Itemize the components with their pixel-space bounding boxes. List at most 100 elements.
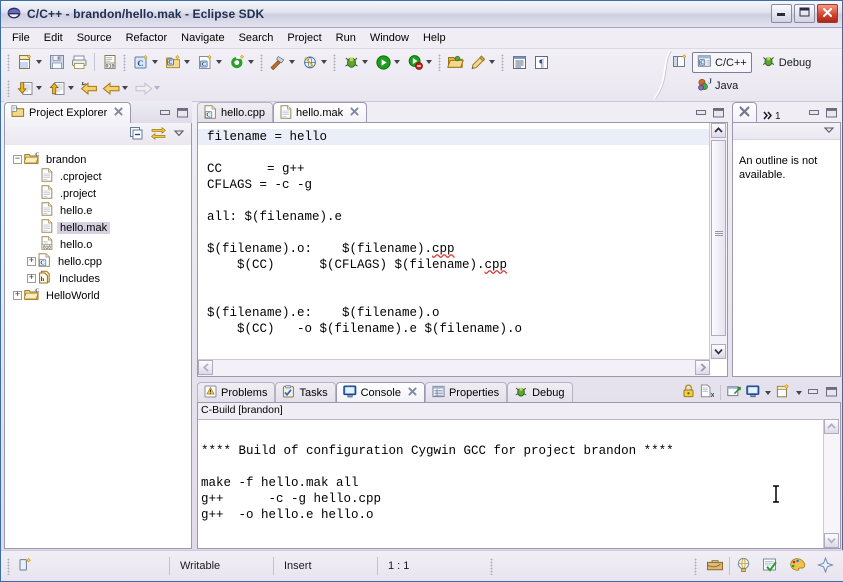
menu-item-project[interactable]: Project <box>280 30 328 46</box>
scroll-down-button[interactable] <box>711 344 726 359</box>
open-perspective-icon[interactable] <box>672 53 688 72</box>
perspective-debug-button[interactable]: Debug <box>756 52 816 73</box>
minimize-editor-button[interactable] <box>695 107 708 121</box>
search-button[interactable] <box>299 51 321 73</box>
tab-console[interactable]: Console <box>335 382 425 403</box>
next-annotation-button[interactable] <box>14 77 36 99</box>
show-whitespace-button[interactable] <box>508 51 530 73</box>
toolbar-grip-6[interactable] <box>501 53 504 71</box>
back-button[interactable] <box>100 77 122 99</box>
menu-item-search[interactable]: Search <box>232 30 281 46</box>
debug-button[interactable] <box>340 51 362 73</box>
tree-item-project[interactable]: .project <box>5 185 191 202</box>
makefile-source-text[interactable]: filename = hello CC = g++ CFLAGS = -c -g… <box>198 123 709 359</box>
editor-scroll-thumb[interactable] <box>711 140 726 336</box>
tree-item-hello-cpp[interactable]: + C hello.cpp <box>5 253 191 270</box>
toolbar-grip-7[interactable] <box>7 79 10 97</box>
maximize-editor-button[interactable] <box>712 107 725 121</box>
new-c-folder-dropdown-arrow[interactable] <box>184 60 190 64</box>
forward-button[interactable] <box>132 77 154 99</box>
menu-item-run[interactable]: Run <box>329 30 363 46</box>
tree-item-hello-mak[interactable]: hello.mak <box>5 219 191 236</box>
toolbar-grip-4[interactable] <box>333 53 336 71</box>
briefcase-icon[interactable] <box>701 557 729 575</box>
toolbar-grip-3[interactable] <box>260 53 263 71</box>
new-c-project-dropdown-arrow[interactable] <box>152 60 158 64</box>
display-console-icon[interactable] <box>746 385 760 401</box>
maximize-console-button[interactable] <box>825 386 838 400</box>
maximize-view-button[interactable] <box>176 107 189 121</box>
scroll-right-button[interactable] <box>695 360 710 375</box>
save-button[interactable] <box>46 51 68 73</box>
next-annotation-dropdown-arrow[interactable] <box>36 86 42 90</box>
binary-file-button[interactable]: 010 <box>99 51 121 73</box>
outline-view-menu-chevron-down-icon[interactable] <box>823 125 835 138</box>
tab-outline[interactable] <box>732 102 757 123</box>
menu-item-window[interactable]: Window <box>363 30 416 46</box>
tab-project-explorer[interactable]: Project Explorer <box>4 102 132 123</box>
status-grip[interactable] <box>7 557 10 575</box>
console-output[interactable]: **** Build of configuration Cygwin GCC f… <box>198 419 823 548</box>
close-icon[interactable] <box>114 107 123 119</box>
expander-minus-icon[interactable]: − <box>13 155 22 164</box>
tree-item-includes[interactable]: + h Includes <box>5 270 191 287</box>
menu-item-edit[interactable]: Edit <box>37 30 70 46</box>
minimize-view-button[interactable] <box>159 107 172 121</box>
expander-plus-icon[interactable]: + <box>27 274 36 283</box>
tree-item-brandon[interactable]: − C brandon <box>5 151 191 168</box>
new-file-button[interactable] <box>14 51 36 73</box>
menu-item-source[interactable]: Source <box>70 30 119 46</box>
tab-hello-mak[interactable]: hello.mak <box>273 102 368 123</box>
collapse-all-icon[interactable] <box>129 126 144 143</box>
build-button[interactable] <box>267 51 289 73</box>
new-console-icon[interactable] <box>776 384 791 401</box>
clear-console-icon[interactable]: x <box>700 384 715 401</box>
previous-annotation-dropdown-arrow[interactable] <box>68 86 74 90</box>
perspective-java-button[interactable]: J Java <box>692 75 743 96</box>
paragraph-button[interactable]: ¶ <box>530 51 552 73</box>
print-button[interactable] <box>68 51 90 73</box>
tree-item-hello-o[interactable]: 010 hello.o <box>5 236 191 253</box>
new-file-dropdown-arrow[interactable] <box>36 60 42 64</box>
minimize-button[interactable] <box>771 4 792 23</box>
refresh-dropdown-arrow[interactable] <box>248 60 254 64</box>
build-dropdown-arrow[interactable] <box>289 60 295 64</box>
console-scroll-down-button[interactable] <box>824 533 839 548</box>
project-explorer-tree[interactable]: − C brandon .cproject .project hello.e h… <box>4 145 192 549</box>
status-grip-3[interactable] <box>694 557 697 575</box>
console-vertical-scrollbar[interactable] <box>823 419 840 548</box>
maximize-button[interactable] <box>794 4 815 23</box>
toolbar-grip[interactable] <box>7 53 10 71</box>
last-edit-location-button[interactable] <box>78 77 100 99</box>
run-dropdown-arrow[interactable] <box>394 60 400 64</box>
diamond-icon[interactable] <box>811 556 840 576</box>
close-x-icon[interactable] <box>739 106 750 120</box>
marker-dropdown-arrow[interactable] <box>489 60 495 64</box>
status-grip-2[interactable] <box>490 557 493 575</box>
view-menu-chevron-down-icon[interactable] <box>173 127 185 142</box>
minimize-console-button[interactable] <box>807 386 820 400</box>
tab-hello-cpp[interactable]: C hello.cpp <box>197 102 274 123</box>
marker-button[interactable] <box>467 51 489 73</box>
tab-tasks[interactable]: Tasks <box>275 382 336 403</box>
external-tools-button[interactable] <box>404 51 426 73</box>
pin-console-icon[interactable] <box>727 385 741 401</box>
tree-item-helloworld[interactable]: + C HelloWorld <box>5 287 191 304</box>
console-scroll-up-button[interactable] <box>824 419 839 434</box>
expander-plus-icon[interactable]: + <box>27 257 36 266</box>
refresh-button[interactable] <box>226 51 248 73</box>
open-resource-button[interactable] <box>445 51 467 73</box>
globe-icon[interactable] <box>730 557 757 576</box>
checked-document-icon[interactable] <box>757 557 784 576</box>
editor-vertical-scrollbar[interactable] <box>709 123 727 359</box>
menu-item-refactor[interactable]: Refactor <box>119 30 175 46</box>
new-c-project-button[interactable]: C <box>130 51 152 73</box>
expander-plus-icon[interactable]: + <box>13 291 22 300</box>
close-icon[interactable] <box>350 107 359 119</box>
menu-item-file[interactable]: File <box>5 30 37 46</box>
tab-problems[interactable]: Problems <box>197 382 276 403</box>
lock-icon[interactable] <box>682 384 695 401</box>
maximize-outline-button[interactable] <box>825 107 838 121</box>
new-c-class-button[interactable]: C <box>194 51 216 73</box>
external-tools-dropdown-arrow[interactable] <box>426 60 432 64</box>
